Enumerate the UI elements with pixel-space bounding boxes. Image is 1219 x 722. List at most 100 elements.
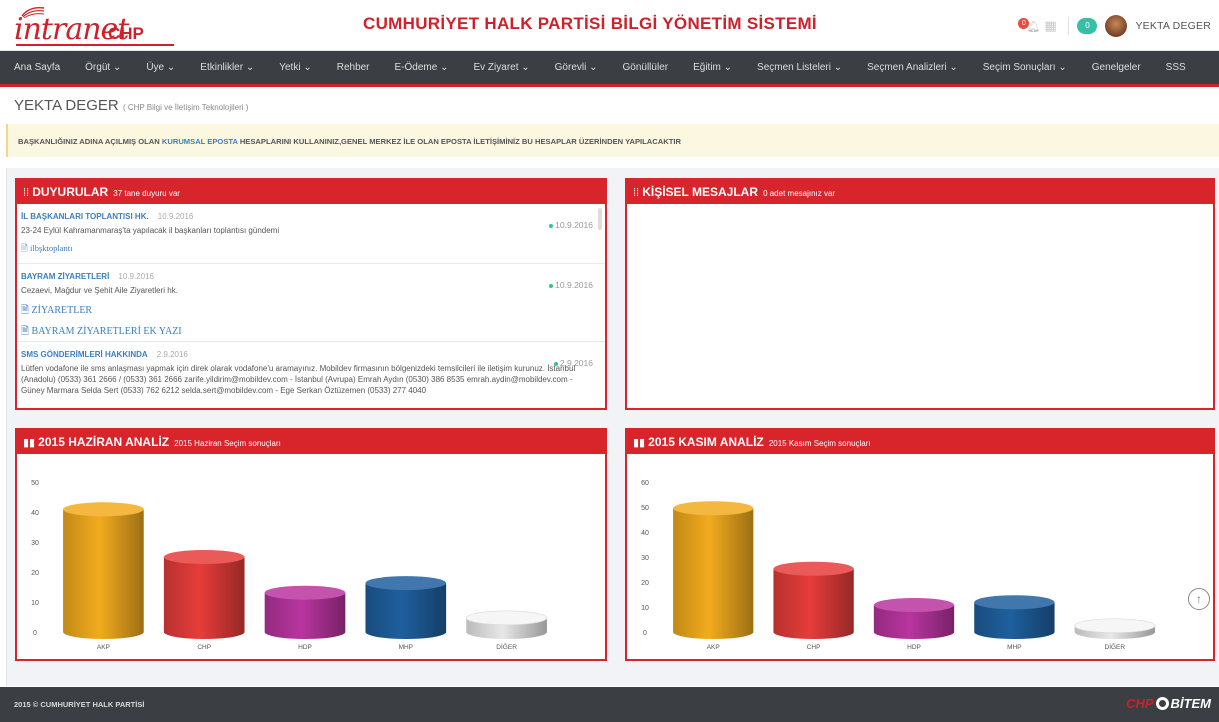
june-2015-chart-panel: ▮▮ 2015 HAZİRAN ANALİZ 2015 Haziran Seçi…: [15, 428, 607, 661]
bar-chp: [163, 550, 245, 639]
bar-top: [365, 576, 447, 591]
announcements-panel: ⁞⁞ DUYURULAR 37 tane duyuru var İL BAŞKA…: [15, 178, 607, 410]
bar-top: [673, 501, 754, 516]
bar-top: [163, 550, 245, 564]
november-chart-title: 2015 KASIM ANALİZ: [648, 435, 764, 449]
nav-item-gorevli[interactable]: Görevli ⌄: [555, 62, 598, 73]
nav-item-egitim[interactable]: Eğitim ⌄: [693, 62, 732, 73]
messages-list: [627, 204, 1213, 408]
y-tick-label: 20: [31, 570, 39, 577]
announcement-title[interactable]: BAYRAM ZİYARETLERİ: [21, 272, 109, 281]
announcement-date: 10.9.2016: [118, 272, 154, 281]
document-icon: 🗎︎: [21, 243, 28, 253]
alert-text-before: BAŞKANLIĞINIZ ADINA AÇILMIŞ OLAN: [18, 137, 160, 146]
messages-header: ⁞⁞ KİŞİSEL MESAJLAR 0 adet mesajınız var: [627, 180, 1213, 204]
announcements-header: ⁞⁞ DUYURULAR 37 tane duyuru var: [17, 180, 605, 204]
attachment-label[interactable]: BAYRAM ZİYARETLERİ EK YAZI: [32, 326, 182, 337]
bar-top: [873, 598, 955, 612]
announcement-right-date: 10.9.2016: [549, 280, 593, 290]
page-subtitle: ( CHP Bilgi ve İletişim Teknolojileri ): [122, 103, 249, 112]
nav-item-genelgeler[interactable]: Genelgeler: [1092, 62, 1141, 73]
nav-item-orgut[interactable]: Örgüt ⌄: [85, 62, 121, 73]
top-bar: intranet CHP CUMHURİYET HALK PARTİSİ BİL…: [0, 0, 1219, 51]
announcements-list[interactable]: İL BAŞKANLARI TOPLANTISI HK. 10.9.2016 2…: [17, 204, 605, 408]
nav-item-e-odeme[interactable]: E-Ödeme ⌄: [395, 62, 449, 73]
bar-di̇ğer: [465, 610, 548, 639]
intranet-chp-logo[interactable]: intranet CHP: [12, 6, 174, 47]
document-icon: 🗎︎: [21, 305, 30, 316]
scroll-to-top-button[interactable]: ↑: [1188, 588, 1210, 610]
status-dot: [549, 223, 554, 228]
announcement-description: 23-24 Eylül Kahramanmaraş'ta yapılacak i…: [21, 226, 280, 235]
logo-chp-text: CHP: [108, 24, 144, 43]
nav-item-ana-sayfa[interactable]: Ana Sayfa: [14, 62, 60, 73]
announcement-attachment[interactable]: 🗎︎ ilbşktoplantı: [21, 243, 597, 257]
messages-title: KİŞİSEL MESAJLAR: [642, 185, 758, 199]
user-name[interactable]: YEKTA DEGER: [1135, 20, 1211, 32]
corporate-email-link[interactable]: KURUMSAL EPOSTA: [162, 137, 238, 146]
y-tick-label: 40: [31, 510, 39, 517]
nav-item-rehber[interactable]: Rehber: [337, 62, 370, 73]
bar-body: [163, 557, 245, 639]
bitem-logo-text: BİTEM: [1170, 696, 1211, 711]
bitem-logo: CHP BİTEM: [1126, 696, 1211, 711]
november-2015-bar-chart: 0 10 20 30 40 50 60 AKP CHP HDP MHP DİĞER: [641, 480, 1156, 651]
bar-hdp: [873, 598, 955, 639]
user-avatar[interactable]: [1105, 15, 1128, 37]
x-tick-label: MHP: [1007, 644, 1021, 651]
x-tick-label: HDP: [298, 644, 312, 651]
message-count-badge[interactable]: 0: [1077, 18, 1098, 34]
nav-item-gonulluler[interactable]: Gönüllüler: [623, 62, 669, 73]
bar-akp: [63, 502, 144, 639]
announcement-right-date: 10.9.2016: [549, 220, 593, 230]
email-alert: BAŞKANLIĞINIZ ADINA AÇILMIŞ OLAN KURUMSA…: [6, 124, 1219, 157]
bar-top: [63, 502, 144, 517]
document-icon: 🗎︎: [21, 326, 30, 337]
right-date-text: 10.9.2016: [555, 280, 593, 290]
bar-chart-icon: ▮▮: [633, 437, 646, 449]
announcement-attachment[interactable]: 🗎︎ ZİYARETLER: [21, 303, 597, 320]
nav-item-etkinlikler[interactable]: Etkinlikler ⌄: [200, 62, 254, 73]
bar-body: [63, 509, 144, 639]
logo-underline: [16, 44, 174, 46]
announcement-attachment[interactable]: 🗎︎ BAYRAM ZİYARETLERİ EK YAZI: [21, 324, 597, 341]
nav-item-yetki[interactable]: Yetki ⌄: [279, 62, 311, 73]
bar-top: [974, 595, 1055, 610]
calendar-icon[interactable]: ▦: [1044, 18, 1060, 34]
announcement-date: 10.9.2016: [157, 212, 194, 221]
june-chart-title: 2015 HAZİRAN ANALİZ: [38, 435, 170, 449]
y-tick-label: 50: [641, 505, 649, 512]
footer-copyright: 2015 © CUMHURİYET HALK PARTİSİ: [14, 700, 145, 709]
x-tick-label: DİĞER: [496, 642, 517, 651]
bar-body: [773, 568, 854, 639]
status-dot: [553, 361, 558, 366]
page-title-text: YEKTA DEGER: [14, 97, 119, 114]
nav-item-ev-ziyaret[interactable]: Ev Ziyaret ⌄: [473, 62, 529, 73]
announcement-item[interactable]: BAYRAM ZİYARETLERİ 10.9.2016 Cezaevi, Ma…: [17, 264, 605, 342]
gear-icon: [1155, 697, 1169, 710]
bar-di̇ğer: [1074, 618, 1156, 639]
nav-item-sss[interactable]: SSS: [1166, 62, 1186, 73]
attachment-label[interactable]: ilbşktoplantı: [30, 243, 73, 253]
x-tick-label: AKP: [707, 644, 720, 651]
announcement-title[interactable]: SMS GÖNDERİMLERİ HAKKINDA: [21, 350, 148, 359]
notifications-button[interactable]: 0 🔔︎: [1018, 16, 1040, 36]
announcement-right-date: 2.9.2016: [553, 358, 593, 368]
announcement-item[interactable]: İL BAŞKANLARI TOPLANTISI HK. 10.9.2016 2…: [17, 204, 605, 264]
nav-item-secim-sonuclari[interactable]: Seçim Sonuçları ⌄: [983, 62, 1067, 73]
nav-item-uye[interactable]: Üye ⌄: [146, 62, 175, 73]
x-tick-label: HDP: [907, 644, 921, 651]
nav-item-secmen-listeleri[interactable]: Seçmen Listeleri ⌄: [757, 62, 842, 73]
x-tick-label: MHP: [399, 644, 413, 651]
announcement-item[interactable]: SMS GÖNDERİMLERİ HAKKINDA 2.9.2016 Lütfe…: [17, 342, 605, 400]
y-tick-label: 40: [641, 530, 649, 537]
announcement-description: Lütfen vodafone ile sms anlaşması yapmak…: [21, 364, 576, 395]
messages-panel: ⁞⁞ KİŞİSEL MESAJLAR 0 adet mesajınız var: [625, 178, 1215, 410]
right-date-text: 10.9.2016: [555, 220, 593, 230]
announcement-title[interactable]: İL BAŞKANLARI TOPLANTISI HK.: [21, 212, 149, 221]
attachment-label[interactable]: ZİYARETLER: [32, 305, 93, 316]
bar-hdp: [264, 585, 346, 639]
nav-item-secmen-analizleri[interactable]: Seçmen Analizleri ⌄: [867, 62, 958, 73]
bar-top: [264, 585, 346, 600]
site-title: CUMHURİYET HALK PARTİSİ BİLGİ YÖNETİM Sİ…: [363, 14, 817, 33]
